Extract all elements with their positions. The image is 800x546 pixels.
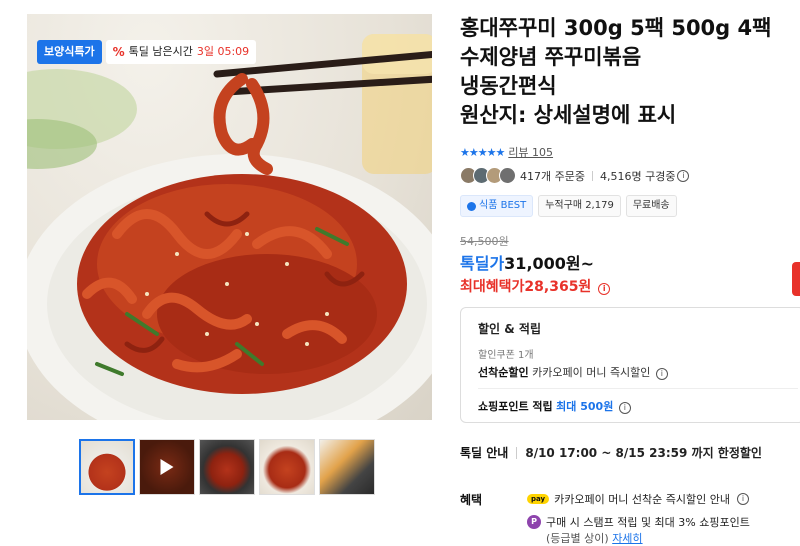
point-icon: P <box>527 515 541 529</box>
deal-period: 8/10 17:00 ~ 8/15 23:59 까지 한정할인 <box>525 446 762 460</box>
thumbnail-strip <box>79 439 375 495</box>
category-badge: 보양식특가 <box>37 40 102 64</box>
deal-label: 톡딜 안내 <box>460 446 509 460</box>
rating-row: ★★★★★ 리뷰 105 <box>460 144 553 160</box>
info-icon[interactable]: i <box>618 402 631 414</box>
benefit-stamp: P 구매 시 스탬프 적립 및 최대 3% 쇼핑포인트 <box>527 514 750 530</box>
tag-row: 식품 BEST 누적구매 2,179 무료배송 <box>460 195 677 217</box>
avatar <box>499 167 516 184</box>
first-come-text: 카카오페이 머니 즉시할인 <box>532 366 651 379</box>
thumbnail-5[interactable] <box>319 439 375 495</box>
coupon-count: 할인쿠폰 1개 <box>478 350 534 361</box>
thumbnail-3[interactable] <box>199 439 255 495</box>
first-come-label: 선착순할인 <box>478 366 529 379</box>
point-label: 쇼핑포인트 적립 <box>478 400 553 413</box>
review-link[interactable]: 리뷰 105 <box>508 144 553 160</box>
star-rating-icon: ★★★★★ <box>460 145 505 159</box>
divider <box>591 170 593 181</box>
original-price: 54,500원 <box>460 235 509 248</box>
title-line-3: 냉동간편식 <box>460 74 557 98</box>
best-tag-label: 식품 BEST <box>479 200 527 211</box>
kakaopay-icon: pay <box>527 494 550 504</box>
viewers-count: 4,516명 구경중 <box>599 169 676 183</box>
title-line-1: 홍대쭈꾸미 300g 5팩 500g 4팩 <box>460 16 772 40</box>
discount-box: 할인 & 적립 할인쿠폰 1개 선착순할인 카카오페이 머니 즉시할인 i 쇼핑… <box>460 307 800 423</box>
thumbnail-video[interactable] <box>139 439 195 495</box>
sale-price: 31,000원~ <box>504 254 595 273</box>
shipping-tag: 무료배송 <box>625 195 677 217</box>
sale-price-row: 톡딜가31,000원~ <box>460 250 594 274</box>
octopus-dish-illustration <box>27 34 432 420</box>
cumulative-tag: 누적구매 2,179 <box>538 195 621 217</box>
shield-icon <box>467 201 476 211</box>
info-icon[interactable]: i <box>677 169 690 182</box>
info-icon[interactable]: i <box>655 368 668 380</box>
timer-label: 톡딜 남은시간 <box>128 45 193 58</box>
max-benefit-label: 최대혜택가 <box>460 279 525 295</box>
benefit-kakaopay[interactable]: pay 카카오페이 머니 선착순 즉시할인 안내 i <box>527 491 749 507</box>
max-benefit-row: 최대혜택가28,365원 i <box>460 276 611 296</box>
best-tag[interactable]: 식품 BEST <box>460 195 534 217</box>
play-icon <box>160 459 174 475</box>
thumbnail-1[interactable] <box>79 439 135 495</box>
main-product-image: 보양식특가 % 톡딜 남은시간 3일 05:09 <box>27 14 432 420</box>
title-line-2: 수제양념 쭈꾸미볶음 <box>460 45 642 69</box>
discount-box-title: 할인 & 적립 <box>478 322 541 336</box>
buyer-avatars <box>460 167 516 184</box>
detail-link[interactable]: 자세히 <box>612 532 642 545</box>
deal-info-row: 톡딜 안내 8/10 17:00 ~ 8/15 23:59 까지 한정할인 <box>460 444 762 461</box>
product-title: 홍대쭈꾸미 300g 5팩 500g 4팩 수제양념 쭈꾸미볶음 냉동간편식 원… <box>460 14 800 130</box>
first-come-discount: 선착순할인 카카오페이 머니 즉시할인 i <box>478 364 668 380</box>
discount-percent-icon: % <box>112 45 125 59</box>
benefit-stamp-sub: (등급별 상이) 자세히 <box>546 530 643 546</box>
side-action-button[interactable] <box>792 262 800 296</box>
timer-badge: % 톡딜 남은시간 3일 05:09 <box>105 40 257 64</box>
benefit-stamp-note: (등급별 상이) <box>546 532 609 545</box>
info-icon[interactable]: i <box>737 493 749 505</box>
buyers-row: 417개 주문중 4,516명 구경중 i <box>460 167 690 184</box>
point-value: 최대 500원 <box>556 400 614 413</box>
divider <box>516 446 518 459</box>
info-icon[interactable]: i <box>598 283 611 295</box>
timer-value: 3일 05:09 <box>196 45 250 58</box>
benefit-kakaopay-text: 카카오페이 머니 선착순 즉시할인 안내 <box>554 493 730 506</box>
sale-label: 톡딜가 <box>460 254 505 273</box>
benefits-label: 혜택 <box>460 493 483 507</box>
benefit-stamp-text: 구매 시 스탬프 적립 및 최대 3% 쇼핑포인트 <box>546 516 750 529</box>
title-line-4: 원산지: 상세설명에 표시 <box>460 103 677 127</box>
badge-row: 보양식특가 % 톡딜 남은시간 3일 05:09 <box>37 40 257 64</box>
divider <box>478 388 798 389</box>
shopping-point: 쇼핑포인트 적립 최대 500원 i <box>478 398 631 414</box>
max-benefit-price: 28,365원 <box>524 279 592 295</box>
thumbnail-4[interactable] <box>259 439 315 495</box>
orders-count: 417개 주문중 <box>520 169 585 183</box>
